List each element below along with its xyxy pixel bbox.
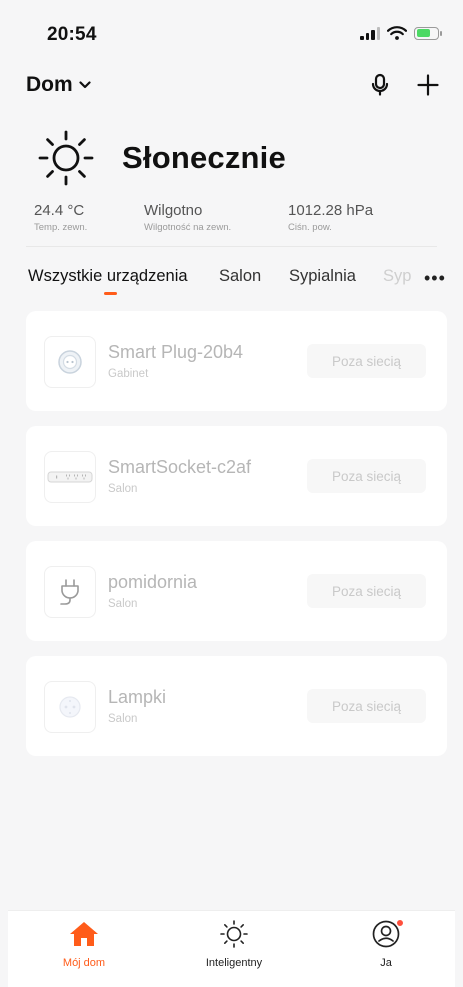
status-bar: 20:54 <box>0 0 463 66</box>
device-thumbnail <box>44 336 96 388</box>
nav-icon-wrap <box>219 919 249 949</box>
metric-humidity: Wilgotno Wilgotność na zewn. <box>144 202 231 233</box>
metric-value: Wilgotno <box>144 202 203 219</box>
battery-icon <box>414 26 442 40</box>
power-strip-icon <box>47 471 93 483</box>
chevron-down-icon <box>79 81 91 89</box>
home-icon <box>70 922 98 946</box>
offline-status-badge: Poza siecią <box>307 344 426 378</box>
add-device-button[interactable] <box>413 70 443 100</box>
device-room: Gabinet <box>108 368 149 380</box>
notification-dot <box>396 919 404 927</box>
metric-temperature: 24.4 °C Temp. zewn. <box>34 202 87 233</box>
nav-my-home[interactable]: Mój dom <box>24 919 144 969</box>
cellular-signal-icon <box>360 26 380 40</box>
round-plug-icon <box>58 350 82 374</box>
device-list: Smart Plug-20b4 Gabinet Poza siecią Smar… <box>26 311 447 771</box>
tab-salon[interactable]: Salon <box>219 267 261 286</box>
device-room: Salon <box>108 483 138 495</box>
device-room: Salon <box>108 598 138 610</box>
nav-icon-wrap <box>371 919 404 949</box>
device-thumbnail <box>44 566 96 618</box>
header-actions <box>365 70 443 100</box>
plug-cable-icon <box>60 579 79 605</box>
metric-value: 1012.28 hPa <box>288 202 374 219</box>
tab-all-devices[interactable]: Wszystkie urządzenia <box>28 267 188 286</box>
metric-pressure: 1012.28 hPa Ciśn. pow. <box>288 202 373 233</box>
device-name: Lampki <box>108 687 167 707</box>
device-card[interactable]: Smart Plug-20b4 Gabinet Poza siecią <box>26 311 447 411</box>
nav-smart[interactable]: Inteligentny <box>174 919 294 969</box>
bottom-navigation: Mój dom Inteligentny Ja <box>8 910 455 987</box>
home-selector[interactable]: Dom <box>26 73 91 97</box>
home-name: Dom <box>26 73 73 96</box>
tab-sypialnia[interactable]: Sypialnia <box>289 267 356 286</box>
status-time: 20:54 <box>47 24 97 45</box>
device-name: SmartSocket-c2af <box>108 457 252 477</box>
device-card[interactable]: Lampki Salon Poza siecią <box>26 656 447 756</box>
nav-label: Mój dom <box>62 957 106 969</box>
nav-label: Ja <box>380 957 392 969</box>
more-tabs-button[interactable]: ••• <box>424 268 446 289</box>
round-socket-icon <box>59 696 81 718</box>
weather-summary: Słonecznie <box>36 128 286 188</box>
divider <box>26 246 437 247</box>
nav-icon-wrap <box>69 919 99 949</box>
offline-status-badge: Poza siecią <box>307 574 426 608</box>
metric-label: Wilgotność na zewn. <box>144 222 232 233</box>
tab-sypialnia-2[interactable]: Syp <box>383 267 413 286</box>
device-thumbnail <box>44 451 96 503</box>
app-screen: 20:54 Dom Słonecznie 24.4 °C Temp. zewn.… <box>0 0 463 987</box>
sun-icon <box>38 130 94 186</box>
status-icons <box>360 26 442 40</box>
wifi-icon <box>387 26 407 40</box>
nav-label: Inteligentny <box>205 957 263 969</box>
metric-label: Temp. zewn. <box>34 222 88 233</box>
device-card[interactable]: SmartSocket-c2af Salon Poza siecią <box>26 426 447 526</box>
metric-value: 24.4 °C <box>34 202 85 219</box>
nav-profile[interactable]: Ja <box>326 919 446 969</box>
device-name: Smart Plug-20b4 <box>108 342 244 362</box>
plus-icon <box>417 74 439 96</box>
offline-status-badge: Poza siecią <box>307 689 426 723</box>
weather-condition: Słonecznie <box>122 140 286 175</box>
microphone-icon <box>371 73 389 96</box>
metric-label: Ciśn. pow. <box>288 222 332 233</box>
device-room: Salon <box>108 713 138 725</box>
device-thumbnail <box>44 681 96 733</box>
active-tab-indicator <box>104 292 117 295</box>
offline-status-badge: Poza siecią <box>307 459 426 493</box>
device-name: pomidornia <box>108 572 198 592</box>
device-card[interactable]: pomidornia Salon Poza siecią <box>26 541 447 641</box>
sun-icon <box>220 920 248 948</box>
room-tabs: Wszystkie urządzenia Salon Sypialnia Syp… <box>0 262 463 302</box>
voice-button[interactable] <box>365 70 395 100</box>
